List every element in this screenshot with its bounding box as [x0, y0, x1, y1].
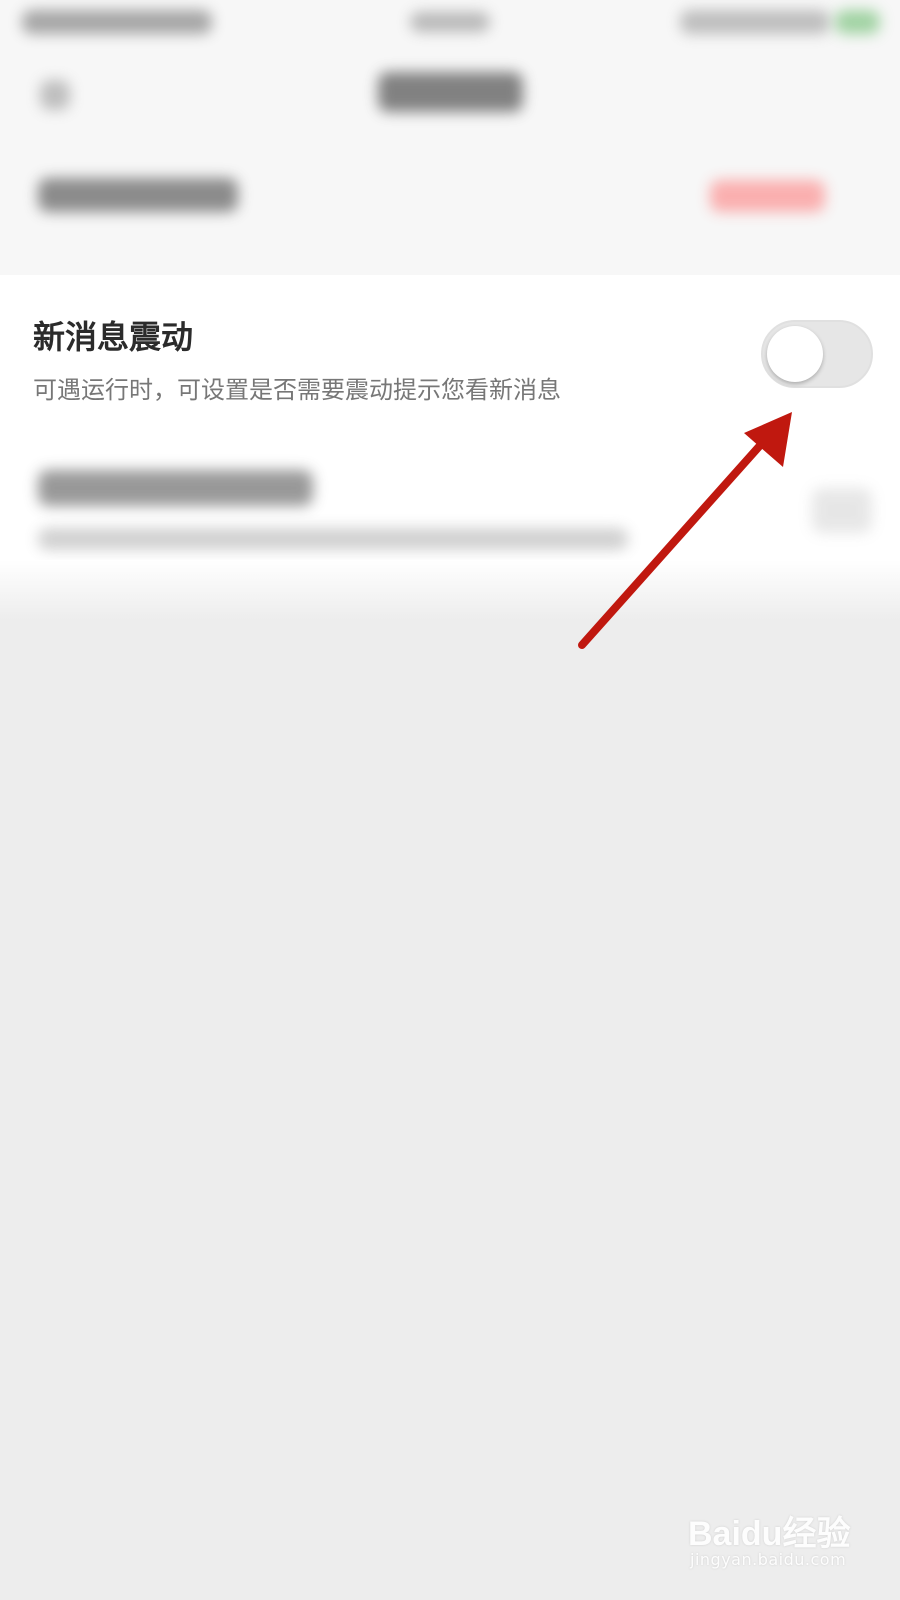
- setting-row-blurred-desc-2: [38, 528, 628, 550]
- panel-fade: [0, 560, 900, 620]
- status-bar-left: [22, 10, 212, 34]
- back-arrow-icon[interactable]: [40, 80, 70, 110]
- setting-row-blurred-title-2: [38, 470, 313, 506]
- setting-row-blurred-badge: [710, 180, 825, 212]
- watermark-url: jingyan.baidu.com: [690, 1550, 847, 1569]
- toggle-knob: [767, 326, 823, 382]
- watermark: Baidu经验 jingyan.baidu.com: [688, 1498, 858, 1578]
- page-title: [378, 72, 523, 112]
- blurred-header-area: [0, 0, 900, 275]
- setting-description: 可遇运行时，可设置是否需要震动提示您看新消息: [33, 376, 561, 404]
- setting-row-blurred-title: [38, 178, 238, 212]
- status-bar-right: [680, 10, 830, 34]
- vibration-toggle[interactable]: [761, 320, 873, 388]
- setting-title: 新消息震动: [33, 318, 194, 356]
- battery-icon: [835, 10, 880, 34]
- status-bar-center: [410, 12, 490, 32]
- setting-row-blurred-toggle-2: [812, 488, 872, 533]
- watermark-brand: Baidu经验: [688, 1515, 851, 1553]
